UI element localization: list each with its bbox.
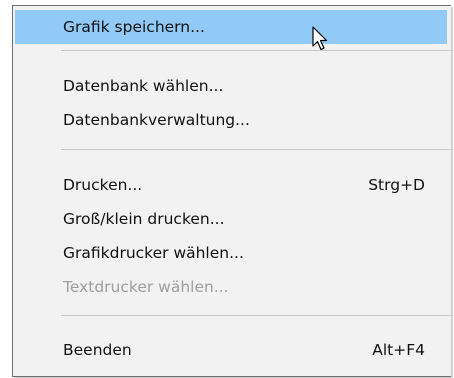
menu-item-shortcut: Strg+D bbox=[368, 176, 425, 194]
menu-item-label: Beenden bbox=[63, 341, 132, 359]
arrow-pointer-icon bbox=[312, 26, 328, 51]
file-menu-dropdown: Grafik speichern... Datenbank wählen... … bbox=[12, 5, 451, 377]
menu-item-label: Datenbank wählen... bbox=[63, 77, 224, 95]
menu-item-drucken[interactable]: Drucken... Strg+D bbox=[15, 168, 447, 202]
menu-item-beenden[interactable]: Beenden Alt+F4 bbox=[15, 333, 447, 367]
menu-item-grafik-speichern[interactable]: Grafik speichern... bbox=[15, 10, 447, 44]
menu-item-label: Grafik speichern... bbox=[63, 18, 205, 36]
menu-item-label: Groß/klein drucken... bbox=[63, 210, 225, 228]
menu-separator bbox=[61, 149, 451, 150]
menu-separator bbox=[61, 50, 451, 51]
menu-item-shortcut: Alt+F4 bbox=[372, 341, 425, 359]
menu-item-datenbank-waehlen[interactable]: Datenbank wählen... bbox=[15, 69, 447, 103]
menu-separator bbox=[61, 315, 451, 316]
menu-item-gross-klein-drucken[interactable]: Groß/klein drucken... bbox=[15, 202, 447, 236]
menu-item-textdrucker-waehlen: Textdrucker wählen... bbox=[15, 270, 447, 304]
menu-item-datenbankverwaltung[interactable]: Datenbankverwaltung... bbox=[15, 103, 447, 137]
menu-item-label: Drucken... bbox=[63, 176, 143, 194]
menu-item-label: Datenbankverwaltung... bbox=[63, 111, 250, 129]
menu-item-label: Grafikdrucker wählen... bbox=[63, 244, 244, 262]
menu-item-grafikdrucker-waehlen[interactable]: Grafikdrucker wählen... bbox=[15, 236, 447, 270]
menu-item-label: Textdrucker wählen... bbox=[63, 278, 229, 296]
